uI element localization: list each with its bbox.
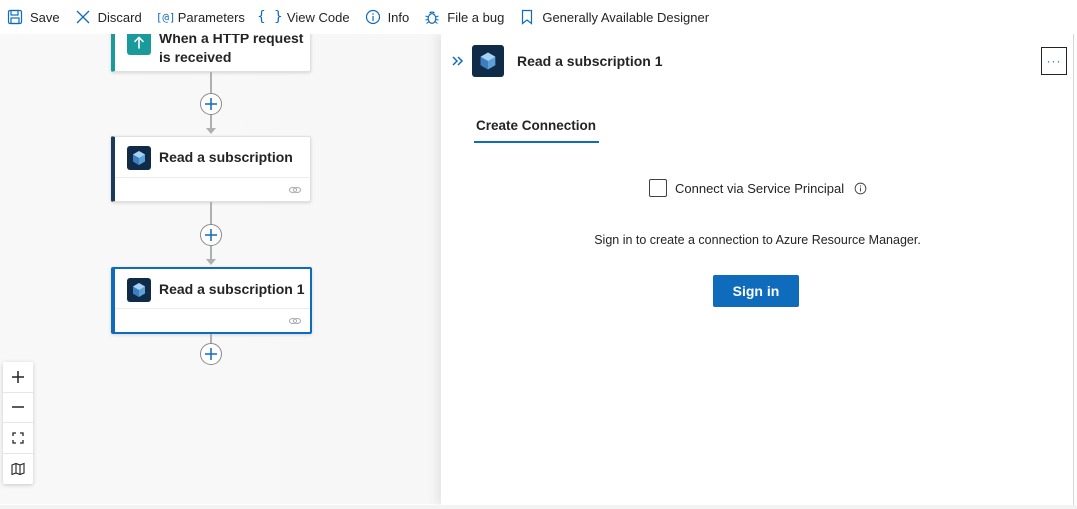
add-step-button[interactable] <box>200 343 222 365</box>
minimap-button[interactable] <box>3 454 33 485</box>
map-icon <box>11 462 25 476</box>
action-card-read-subscription-1[interactable]: Read a subscription 1 <box>111 267 312 334</box>
trigger-title: When a HTTP request is received <box>159 30 304 65</box>
panel-header: Read a subscription 1 ··· <box>441 44 1074 78</box>
designer-toggle-button[interactable]: Generally Available Designer <box>518 2 709 32</box>
sign-in-button[interactable]: Sign in <box>713 275 799 307</box>
arm-icon <box>127 277 151 302</box>
more-options-button[interactable]: ··· <box>1041 47 1067 75</box>
parameters-button[interactable]: [@] Parameters <box>156 2 245 32</box>
discard-label: Discard <box>97 9 142 25</box>
bottom-edge <box>0 505 1077 509</box>
view-code-button[interactable]: { } View Code <box>257 2 350 32</box>
card-footer <box>115 177 310 201</box>
add-step-button[interactable] <box>200 224 222 246</box>
file-bug-button[interactable]: File a bug <box>423 2 504 32</box>
service-principal-label: Connect via Service Principal <box>675 180 845 196</box>
panel-title: Read a subscription 1 <box>517 53 663 69</box>
more-icon: ··· <box>1046 54 1062 68</box>
zoom-controls <box>3 362 33 484</box>
fit-view-icon <box>12 432 24 444</box>
info-icon <box>364 8 382 26</box>
service-principal-row: Connect via Service Principal <box>649 179 867 197</box>
info-button[interactable]: Info <box>364 2 410 32</box>
card-title: Read a subscription 1 <box>159 281 305 297</box>
connection-link-icon <box>288 186 302 194</box>
designer-label: Generally Available Designer <box>542 9 710 25</box>
arm-icon <box>127 145 151 170</box>
tab-label: Create Connection <box>476 118 597 133</box>
http-trigger-icon <box>127 31 151 55</box>
signin-message: Sign in to create a connection to Azure … <box>594 233 921 247</box>
action-details-panel: Read a subscription 1 ··· Create Connect… <box>441 34 1074 506</box>
add-step-button[interactable] <box>200 93 222 115</box>
zoom-out-icon <box>12 406 24 408</box>
service-principal-checkbox[interactable] <box>649 179 667 197</box>
plus-icon <box>205 98 217 110</box>
save-button[interactable]: Save <box>6 2 60 32</box>
action-card-read-subscription[interactable]: Read a subscription <box>111 136 311 202</box>
plus-icon <box>205 229 217 241</box>
bookmark-icon <box>518 8 536 26</box>
discard-button[interactable]: Discard <box>74 2 142 32</box>
arrow-head <box>206 259 216 265</box>
parameters-icon: [@] <box>155 10 176 24</box>
zoom-out-button[interactable] <box>3 393 33 423</box>
double-chevron-right-icon <box>452 56 464 66</box>
zoom-in-button[interactable] <box>3 362 33 393</box>
connection-link-icon <box>288 317 302 325</box>
file-bug-label: File a bug <box>447 9 505 25</box>
view-code-label: View Code <box>286 9 350 25</box>
save-label: Save <box>30 9 60 25</box>
card-title: Read a subscription <box>159 149 293 165</box>
arm-icon <box>472 45 504 77</box>
arrow-head <box>206 128 216 134</box>
collapse-panel-button[interactable] <box>449 52 467 70</box>
fit-view-button[interactable] <box>3 423 33 454</box>
info-icon <box>854 182 867 194</box>
designer-toolbar: Save Discard [@] Parameters { } View Cod… <box>0 0 1077 34</box>
tab-create-connection[interactable]: Create Connection <box>474 110 600 143</box>
card-footer <box>115 308 310 332</box>
bug-icon <box>423 8 441 26</box>
code-icon: { } <box>257 9 283 25</box>
parameters-label: Parameters <box>177 9 245 25</box>
info-label: Info <box>387 9 410 25</box>
workflow-canvas[interactable]: When a HTTP request is received Read a s… <box>0 20 441 504</box>
save-icon <box>6 8 24 26</box>
zoom-in-icon <box>12 370 24 383</box>
discard-icon <box>74 8 92 26</box>
plus-icon <box>205 348 217 360</box>
